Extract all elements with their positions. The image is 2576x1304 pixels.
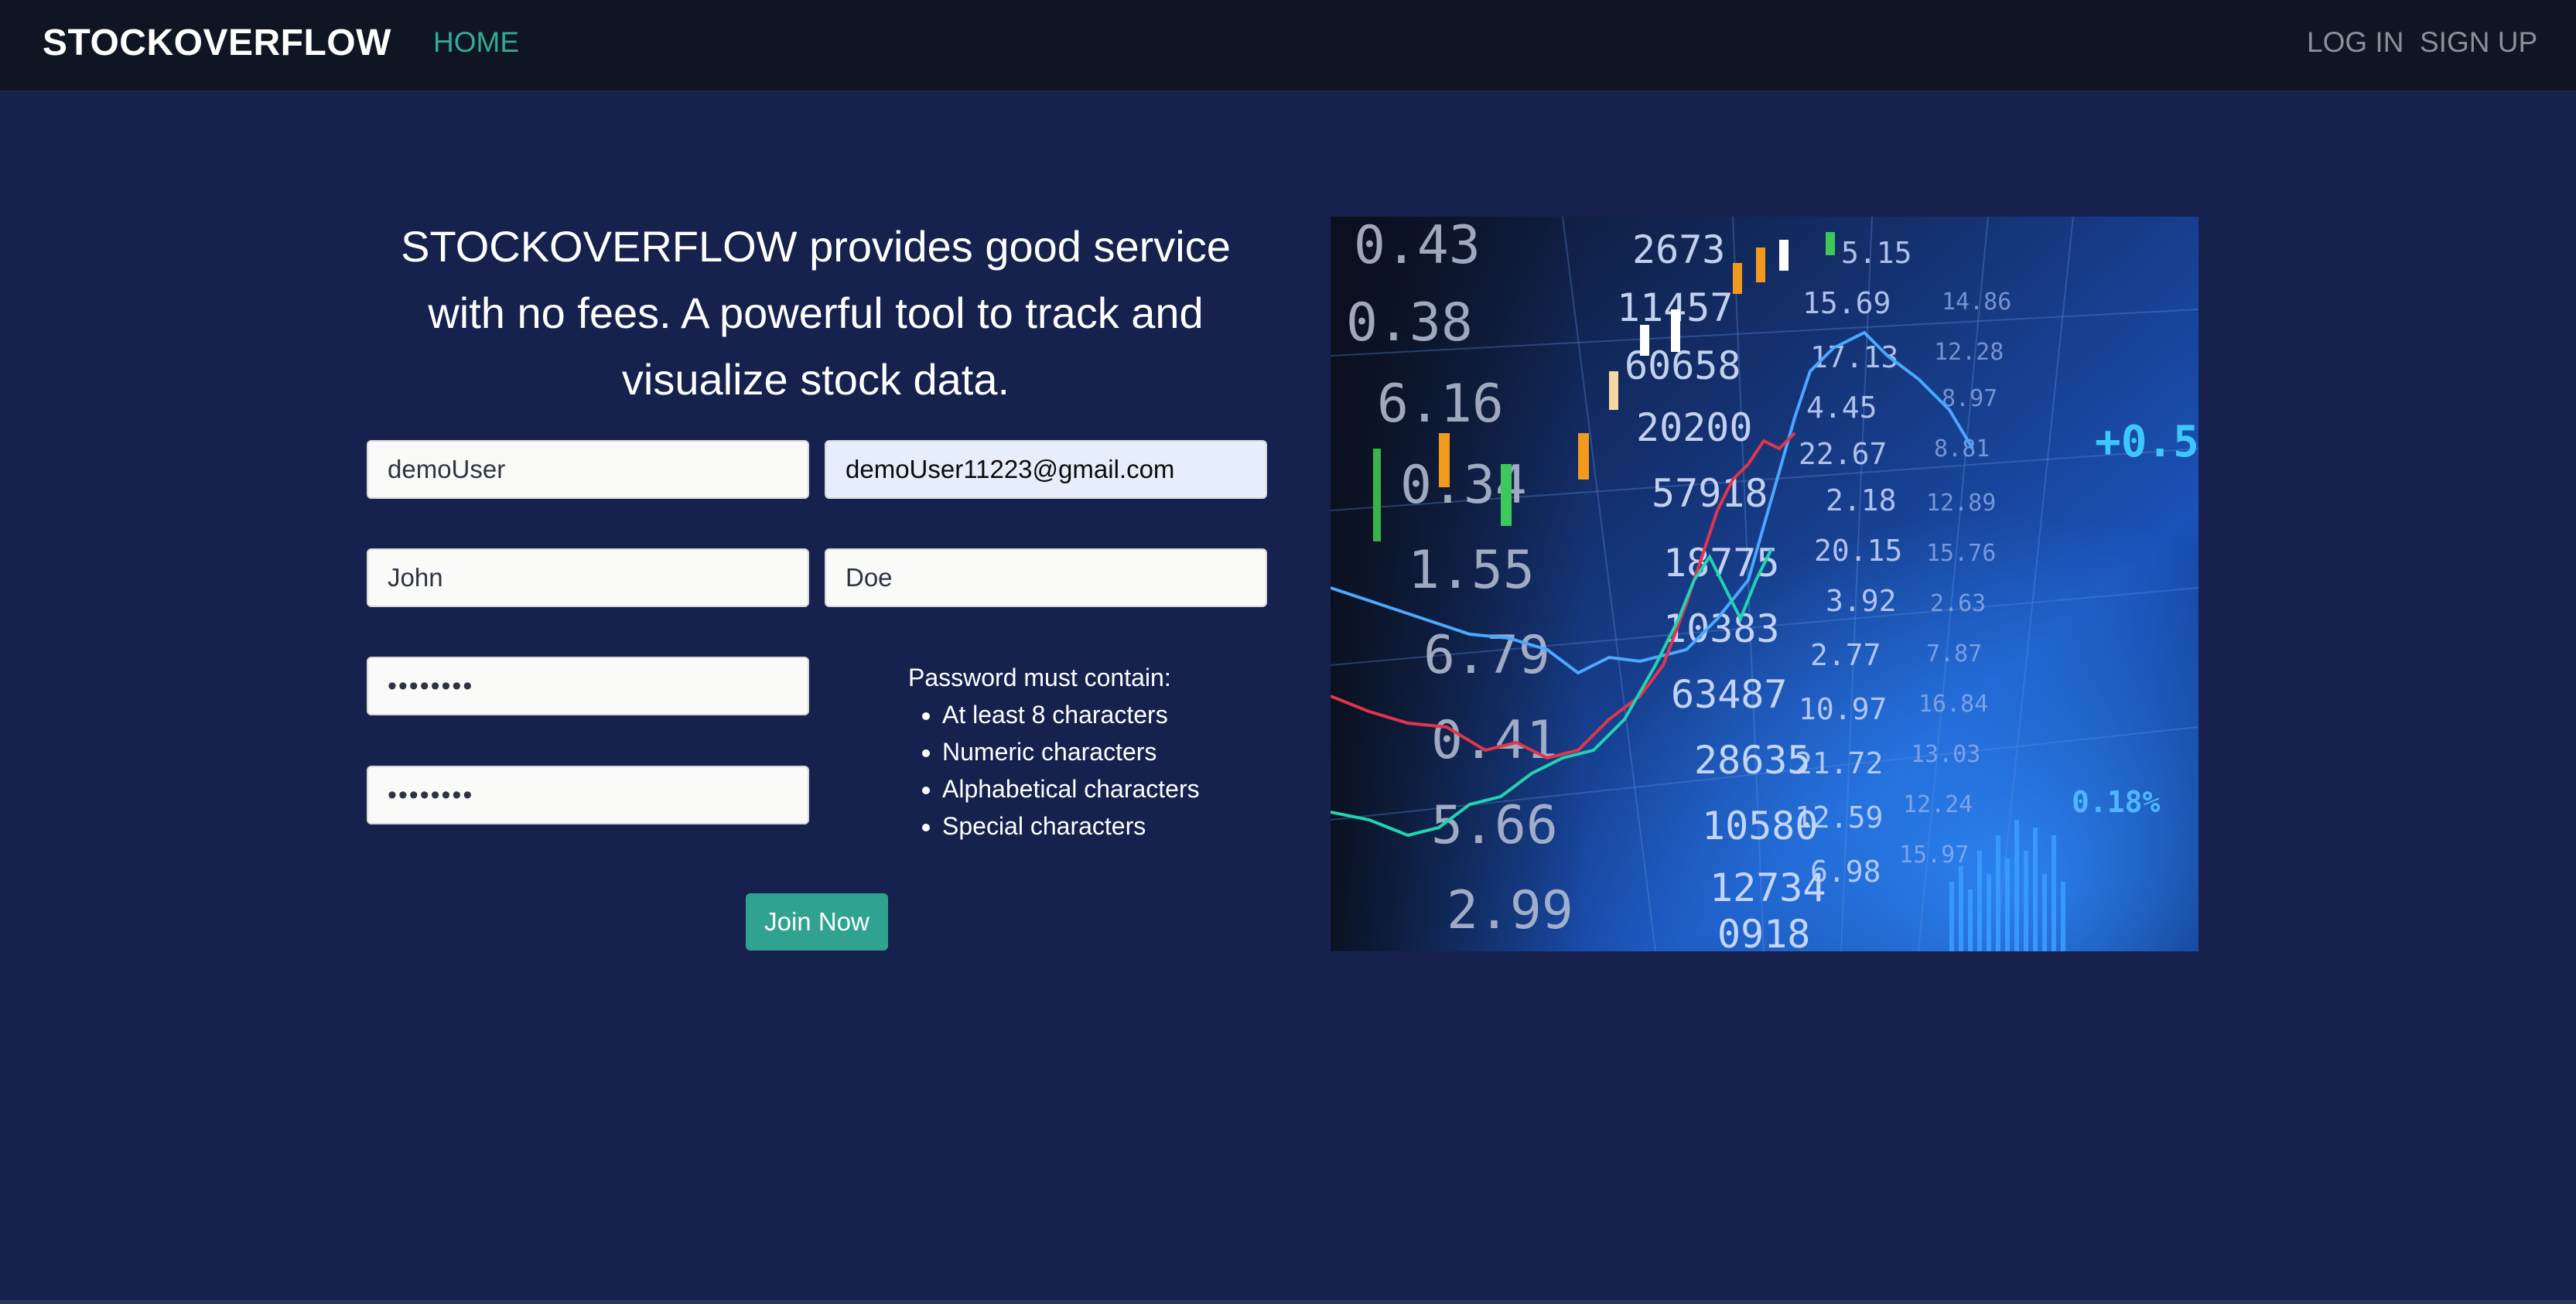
board-number: 2673 [1632, 227, 1725, 272]
board-number: 15.76 [1926, 540, 1996, 567]
ticker-bottom: 0.18% [2072, 785, 2161, 819]
page-bottom-divider [0, 1300, 2576, 1304]
board-number: 12734 [1710, 865, 1826, 910]
board-number: 6.16 [1377, 374, 1504, 435]
board-number: 28635 [1694, 738, 1811, 783]
board-number: 12.59 [1795, 800, 1883, 835]
nav-home-link[interactable]: HOME [433, 26, 519, 59]
page-headline: STOCKOVERFLOW provides good service with… [357, 213, 1274, 413]
last-name-input[interactable] [825, 548, 1267, 607]
board-number: 20200 [1636, 405, 1753, 450]
headline-brand: STOCKOVERFLOW [401, 222, 798, 271]
stock-board-graphic: 0.43 0.38 6.16 0.34 1.55 6.79 0.41 5.66 … [1331, 217, 2198, 951]
board-number: 7.87 [1926, 640, 1982, 667]
password-requirements-list: At least 8 characters Numeric characters… [908, 696, 1200, 845]
join-now-button[interactable]: Join Now [746, 893, 888, 951]
board-number: 13.03 [1911, 741, 1980, 768]
board-number: 12.24 [1903, 791, 1973, 818]
ticker-top: +0.52 [2095, 417, 2198, 467]
board-number: 2.99 [1447, 880, 1573, 941]
board-number: 15.97 [1899, 841, 1969, 869]
board-number: 15.69 [1802, 286, 1891, 320]
board-number: 10.97 [1799, 692, 1887, 726]
top-navbar: STOCKOVERFLOW HOME LOG IN SIGN UP [0, 0, 2576, 92]
board-number: 8.81 [1934, 435, 1990, 463]
requirement-item: Special characters [942, 807, 1200, 845]
board-number: 0.38 [1346, 292, 1473, 353]
board-number: 14.86 [1942, 288, 2011, 316]
first-name-input[interactable] [367, 548, 809, 607]
board-number: 22.67 [1799, 437, 1887, 471]
nav-login-link[interactable]: LOG IN [2307, 26, 2403, 59]
board-number: 21.72 [1795, 746, 1883, 780]
board-number: 1.55 [1408, 540, 1535, 601]
board-number: 2.77 [1810, 638, 1881, 672]
board-number: 2.63 [1930, 590, 1986, 617]
board-number: 20.15 [1814, 534, 1902, 568]
password-requirements: Password must contain: At least 8 charac… [908, 659, 1200, 845]
board-number: 0.43 [1354, 217, 1481, 276]
board-number: 5.66 [1431, 795, 1558, 856]
board-number: 8.97 [1942, 385, 1997, 412]
requirement-item: Alphabetical characters [942, 770, 1200, 807]
password-input[interactable] [367, 657, 809, 715]
board-number: 2.18 [1826, 483, 1897, 517]
board-number: 3.92 [1826, 584, 1897, 618]
password-requirements-title: Password must contain: [908, 664, 1171, 691]
board-number: 6.79 [1423, 625, 1550, 686]
board-number: 16.84 [1918, 691, 1988, 718]
username-input[interactable] [367, 440, 809, 499]
board-number: 5.15 [1841, 236, 1912, 270]
board-number: 0.41 [1431, 710, 1558, 771]
requirement-item: At least 8 characters [942, 696, 1200, 733]
nav-signup-link[interactable]: SIGN UP [2420, 26, 2537, 59]
board-number: 12.28 [1934, 339, 2004, 366]
board-number: 6.98 [1810, 855, 1881, 889]
brand-logo[interactable]: STOCKOVERFLOW [43, 22, 391, 64]
board-number: 63487 [1671, 672, 1788, 717]
confirm-password-input[interactable] [367, 766, 809, 824]
board-number: 0918 [1717, 912, 1810, 951]
email-input[interactable] [825, 440, 1267, 499]
stock-market-image: 0.43 0.38 6.16 0.34 1.55 6.79 0.41 5.66 … [1331, 217, 2198, 951]
board-number: 12.89 [1926, 490, 1996, 517]
board-number: 57918 [1652, 471, 1768, 516]
requirement-item: Numeric characters [942, 733, 1200, 770]
board-number: 4.45 [1806, 391, 1877, 425]
